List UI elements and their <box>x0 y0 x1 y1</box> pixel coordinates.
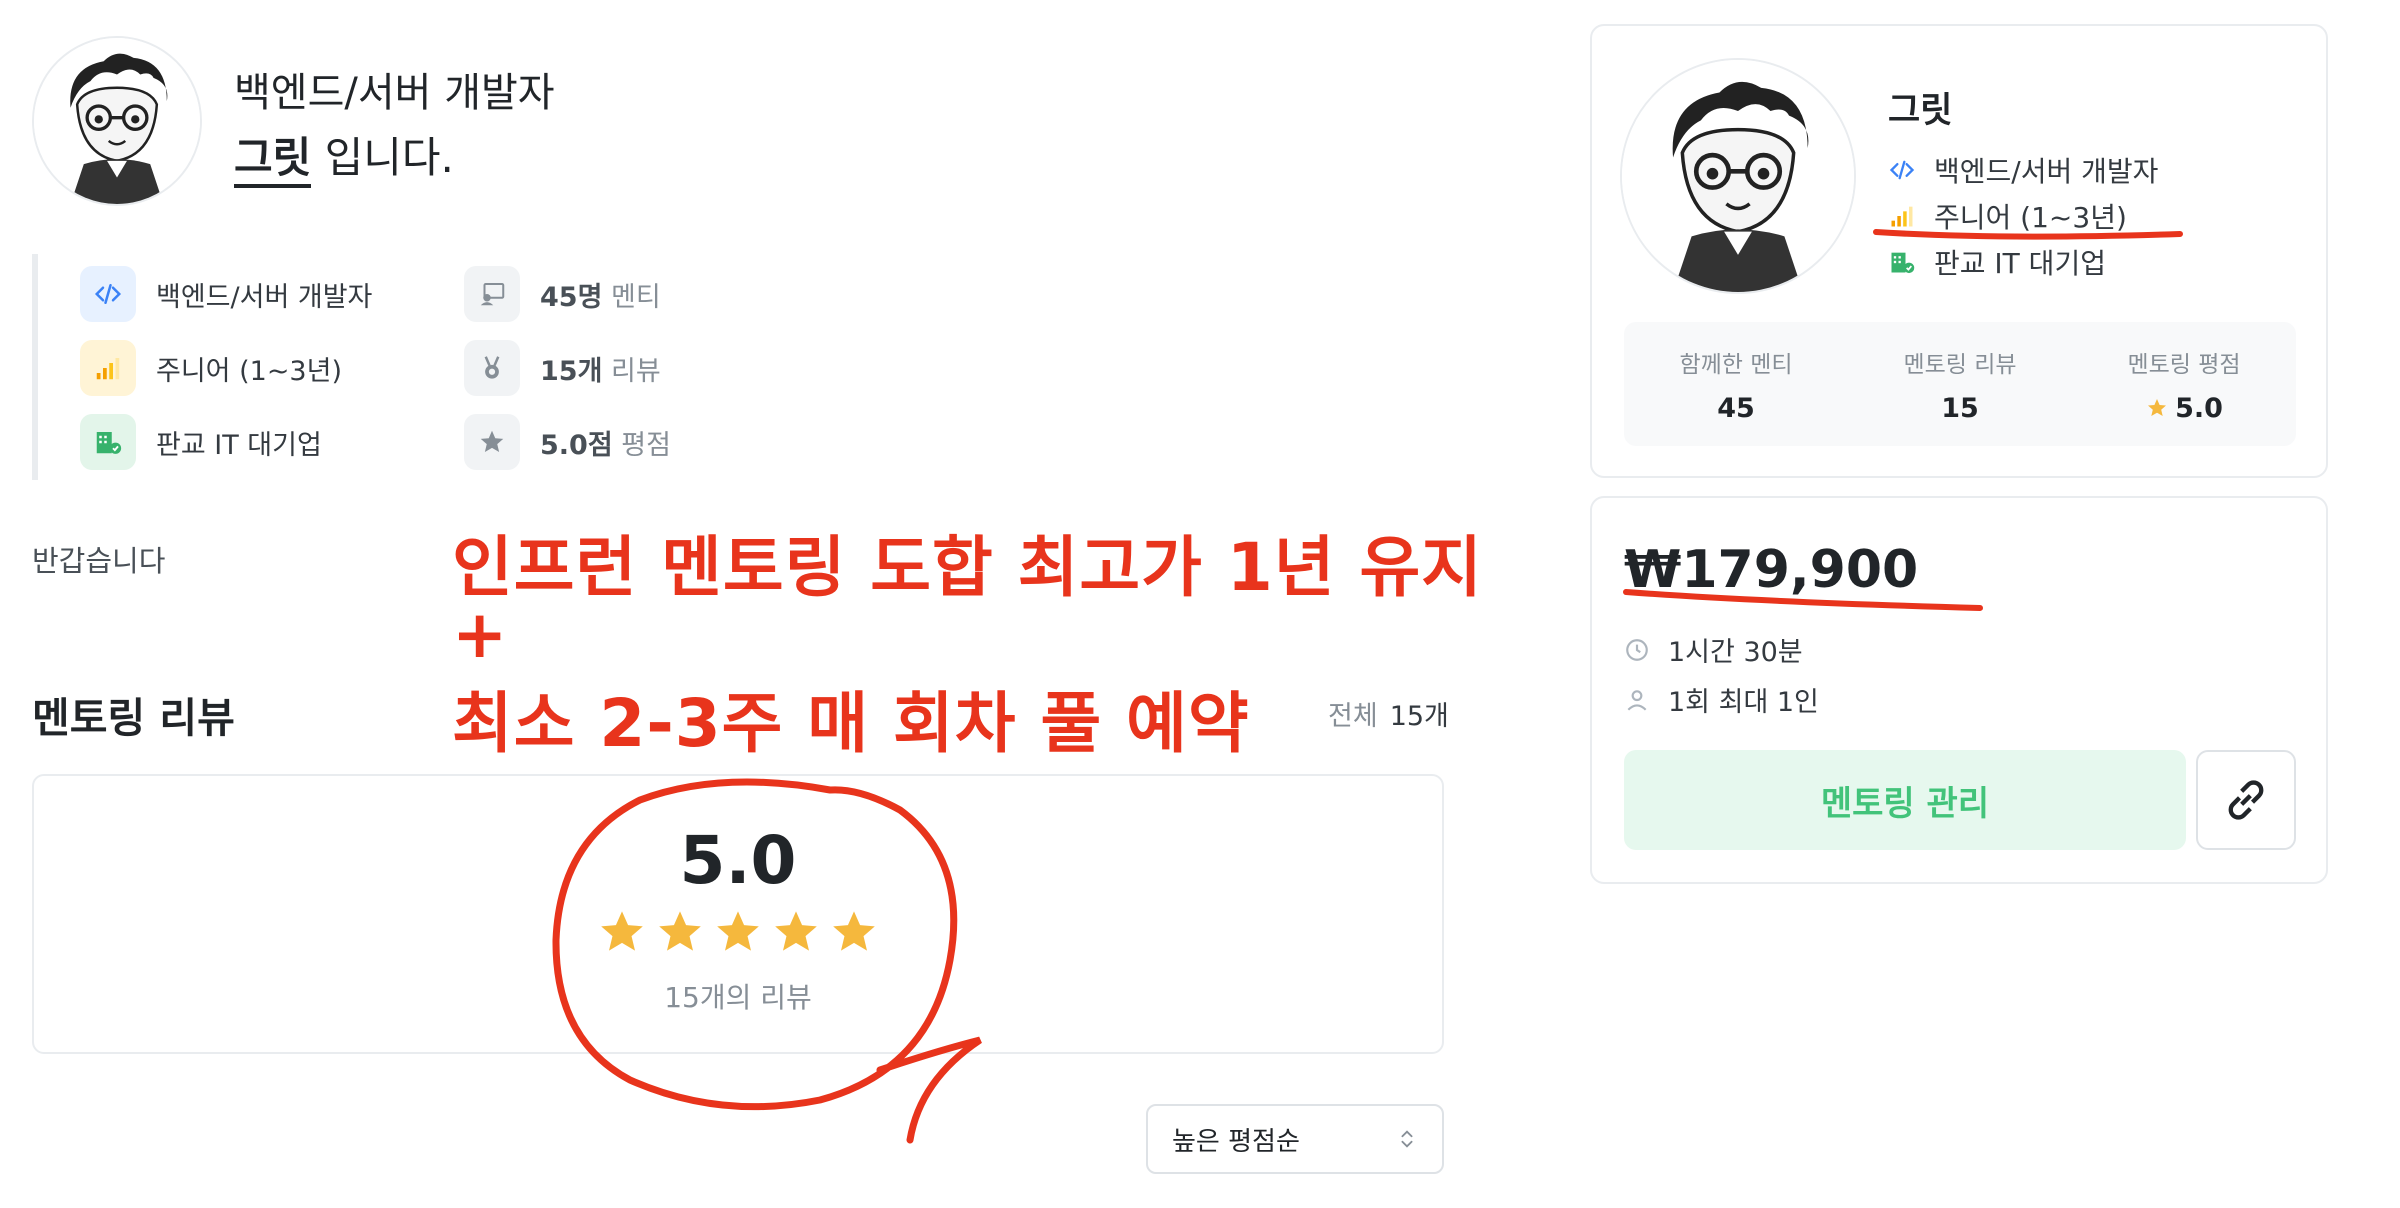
profile-level: 주니어 (1~3년) <box>1888 196 2127 236</box>
annotation-line-1: 인프런 멘토링 도합 최고가 1년 유지 <box>452 529 1483 606</box>
sort-selected-label: 높은 평점순 <box>1172 1126 1300 1157</box>
info-level: 주니어 (1~3년) <box>80 340 342 396</box>
stat-mentees: 함께한 멘티 45 <box>1624 345 1848 424</box>
rating-count: 15개의 리뷰 <box>664 981 812 1014</box>
info-reviews: 15개 리뷰 <box>464 340 661 396</box>
profile-company: 판교 IT 대기업 <box>1888 242 2106 282</box>
mentee-count: 45명 <box>540 281 603 313</box>
stat-label: 멘토링 리뷰 <box>1903 351 2017 378</box>
rating-star-icon <box>717 911 759 951</box>
header-role: 백엔드/서버 개발자 <box>234 70 555 116</box>
rating-stars <box>32 906 1444 958</box>
star-icon <box>2148 399 2167 416</box>
stat-value: 5.0 <box>2175 392 2223 424</box>
duration-text: 1시간 30분 <box>1668 637 1803 668</box>
rating-star-icon <box>659 911 701 951</box>
stat-reviews: 멘토링 리뷰 15 <box>1848 345 2072 424</box>
company-building-icon <box>1891 252 1915 274</box>
capacity-text: 1회 최대 1인 <box>1668 687 1819 718</box>
profile-role: 백엔드/서버 개발자 <box>1888 150 2158 190</box>
duration-line: 1시간 30분 <box>1624 630 1803 669</box>
profile-name: 그릿 <box>1888 91 1953 131</box>
clock-icon <box>1626 638 1648 661</box>
info-company: 판교 IT 대기업 <box>80 414 322 470</box>
rating-score: 5.0 <box>679 822 797 899</box>
profile-role-text: 백엔드/서버 개발자 <box>1934 155 2159 188</box>
info-role-text: 백엔드/서버 개발자 <box>156 281 373 313</box>
capacity-line: 1회 최대 1인 <box>1624 680 1819 719</box>
profile-avatar <box>1620 58 1856 294</box>
manage-mentoring-button[interactable]: 멘토링 관리 <box>1624 750 2186 850</box>
info-role: 백엔드/서버 개발자 <box>80 266 372 322</box>
chevron-updown-icon <box>1401 1130 1413 1148</box>
link-icon <box>2228 780 2264 820</box>
medal-icon <box>464 340 520 396</box>
star-icon <box>464 414 520 470</box>
greeting-text: 반갑습니다 <box>32 544 166 578</box>
rating-star-icon <box>601 911 643 951</box>
stats-box: 함께한 멘티 45 멘토링 리뷰 15 멘토링 평점 5.0 <box>1624 322 2296 446</box>
profile-company-text: 판교 IT 대기업 <box>1934 247 2106 280</box>
mentee-label: 멘티 <box>602 281 661 313</box>
name-suffix: 입니다. <box>311 133 454 182</box>
info-company-text: 판교 IT 대기업 <box>156 429 322 461</box>
reviews-total: 전체 15개 <box>1328 694 1449 733</box>
info-mentees: 45명 멘티 <box>464 266 661 322</box>
review-label: 리뷰 <box>602 355 661 387</box>
user-icon <box>1627 689 1647 711</box>
reviews-title: 멘토링 리뷰 <box>32 694 235 742</box>
sort-select[interactable]: 높은 평점순 <box>1146 1104 1444 1174</box>
info-divider <box>32 254 38 480</box>
rating-label: 평점 <box>612 429 671 461</box>
mentor-avatar <box>32 36 202 206</box>
info-rating: 5.0점 평점 <box>464 414 671 470</box>
header-name-line: 그릿 입니다. <box>234 124 454 188</box>
stat-rating: 멘토링 평점 5.0 <box>2072 345 2296 424</box>
rating-star-icon <box>833 911 875 951</box>
reviews-total-label: 전체 <box>1328 701 1378 732</box>
stat-rating-value-row: 5.0 <box>2072 393 2296 424</box>
signal-bars-icon <box>80 340 136 396</box>
rating-star-icon <box>775 911 817 951</box>
share-link-button[interactable] <box>2196 750 2296 850</box>
company-building-icon <box>80 414 136 470</box>
info-level-text: 주니어 (1~3년) <box>156 355 342 387</box>
mentor-name: 그릿 <box>234 133 312 188</box>
rating-value: 5.0점 <box>540 429 613 461</box>
stat-label: 멘토링 평점 <box>2127 351 2241 378</box>
mentee-icon <box>464 266 520 322</box>
stat-value: 15 <box>1941 392 1979 424</box>
reviews-total-count: 15개 <box>1389 701 1449 732</box>
stat-label: 함께한 멘티 <box>1679 351 1793 378</box>
profile-level-text: 주니어 (1~3년) <box>1934 201 2127 234</box>
review-count: 15개 <box>540 355 603 387</box>
price: ₩179,900 <box>1624 540 1919 600</box>
annotation-line-2: + <box>452 596 509 673</box>
code-icon <box>1889 160 1915 180</box>
stat-value: 45 <box>1717 392 1755 424</box>
signal-bars-icon <box>1891 206 1913 227</box>
code-icon <box>80 266 136 322</box>
annotation-line-3: 최소 2-3주 매 회차 풀 예약 <box>452 685 1250 762</box>
